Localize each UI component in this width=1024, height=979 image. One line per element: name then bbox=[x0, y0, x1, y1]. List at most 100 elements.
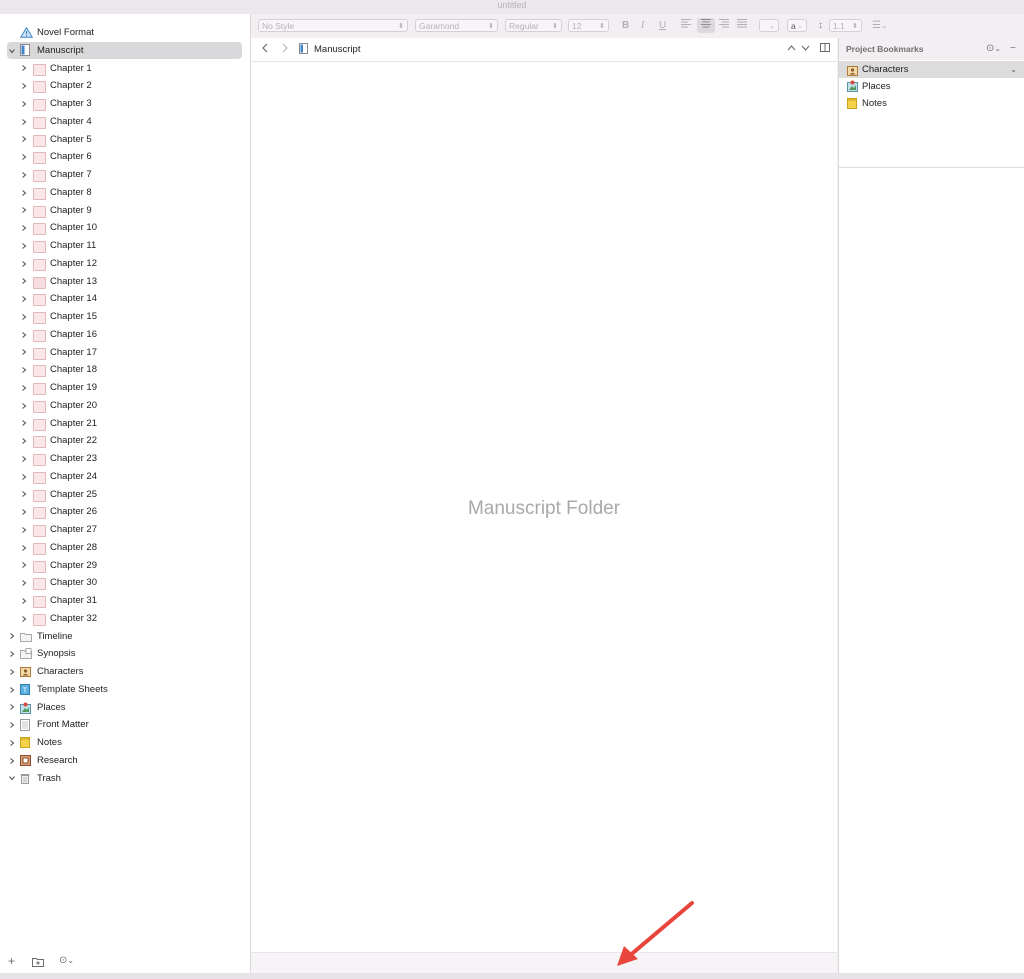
binder-item-chapter[interactable]: Chapter 13 bbox=[0, 273, 250, 291]
binder-item-chapter[interactable]: Chapter 8 bbox=[0, 184, 250, 202]
add-icon[interactable]: + bbox=[8, 954, 15, 968]
italic-button[interactable]: I bbox=[641, 18, 644, 33]
chevron-right-icon[interactable] bbox=[20, 592, 28, 610]
binder-item-chapter[interactable]: Chapter 22 bbox=[0, 432, 250, 450]
chevron-right-icon[interactable] bbox=[20, 503, 28, 521]
binder-item-template-sheets[interactable]: T Template Sheets bbox=[0, 681, 250, 699]
chevron-right-icon[interactable] bbox=[8, 699, 16, 717]
binder-item-chapter[interactable]: Chapter 30 bbox=[0, 574, 250, 592]
chevron-right-icon[interactable] bbox=[20, 60, 28, 78]
chevron-right-icon[interactable] bbox=[20, 131, 28, 149]
chevron-right-icon[interactable] bbox=[20, 166, 28, 184]
binder-item-chapter[interactable]: Chapter 11 bbox=[0, 237, 250, 255]
binder-item-chapter[interactable]: Chapter 17 bbox=[0, 344, 250, 362]
align-center-button[interactable] bbox=[697, 18, 715, 33]
binder-item-chapter[interactable]: Chapter 5 bbox=[0, 131, 250, 149]
binder-item-trash[interactable]: Trash bbox=[0, 770, 250, 788]
binder-item-characters[interactable]: Characters bbox=[0, 663, 250, 681]
chevron-right-icon[interactable] bbox=[8, 716, 16, 734]
underline-button[interactable]: U bbox=[659, 18, 666, 33]
chevron-down-icon[interactable] bbox=[8, 42, 16, 60]
next-document-button[interactable] bbox=[801, 43, 810, 55]
chevron-right-icon[interactable] bbox=[8, 734, 16, 752]
binder-item-chapter[interactable]: Chapter 9 bbox=[0, 202, 250, 220]
align-left-button[interactable] bbox=[680, 18, 692, 33]
binder-item-chapter[interactable]: Chapter 29 bbox=[0, 557, 250, 575]
chevron-right-icon[interactable] bbox=[20, 273, 28, 291]
back-button[interactable] bbox=[261, 43, 269, 56]
chevron-right-icon[interactable] bbox=[20, 574, 28, 592]
bookmarks-menu-button[interactable]: ⊙⌄ bbox=[986, 43, 1001, 54]
chevron-right-icon[interactable] bbox=[20, 237, 28, 255]
chevron-down-icon[interactable] bbox=[8, 770, 16, 788]
binder-item-chapter[interactable]: Chapter 21 bbox=[0, 415, 250, 433]
line-spacing-select[interactable]: 1.1 ⬍ bbox=[829, 19, 862, 32]
chevron-right-icon[interactable] bbox=[20, 432, 28, 450]
binder-item-chapter[interactable]: Chapter 2 bbox=[0, 77, 250, 95]
binder-item-chapter[interactable]: Chapter 28 bbox=[0, 539, 250, 557]
size-select[interactable]: 12 ⬍ bbox=[568, 19, 609, 32]
binder-item-chapter[interactable]: Chapter 7 bbox=[0, 166, 250, 184]
align-justify-button[interactable] bbox=[736, 18, 748, 33]
split-view-button[interactable] bbox=[820, 43, 830, 55]
binder-item-chapter[interactable]: Chapter 25 bbox=[0, 486, 250, 504]
chevron-right-icon[interactable] bbox=[8, 663, 16, 681]
chevron-right-icon[interactable] bbox=[20, 361, 28, 379]
binder-item-timeline[interactable]: Timeline bbox=[0, 628, 250, 646]
binder-item-chapter[interactable]: Chapter 15 bbox=[0, 308, 250, 326]
binder-item-manuscript[interactable]: Manuscript bbox=[0, 41, 250, 60]
highlight-color-select[interactable]: ⌄ bbox=[759, 19, 779, 32]
align-right-button[interactable] bbox=[718, 18, 730, 33]
chevron-right-icon[interactable] bbox=[20, 148, 28, 166]
chevron-right-icon[interactable] bbox=[20, 290, 28, 308]
chevron-right-icon[interactable] bbox=[20, 308, 28, 326]
forward-button[interactable] bbox=[281, 43, 289, 56]
binder-item-chapter[interactable]: Chapter 23 bbox=[0, 450, 250, 468]
chevron-right-icon[interactable] bbox=[8, 645, 16, 663]
binder-item-chapter[interactable]: Chapter 32 bbox=[0, 610, 250, 628]
binder-item-chapter[interactable]: Chapter 24 bbox=[0, 468, 250, 486]
list-menu-button[interactable]: ☰⌄ bbox=[872, 18, 888, 33]
chevron-right-icon[interactable] bbox=[20, 326, 28, 344]
text-color-select[interactable]: a ⌄ bbox=[787, 19, 807, 32]
bold-button[interactable]: B bbox=[622, 18, 629, 33]
binder-item-novel-format[interactable]: Novel Format bbox=[0, 24, 250, 42]
chevron-right-icon[interactable] bbox=[8, 628, 16, 646]
chevron-right-icon[interactable] bbox=[20, 184, 28, 202]
chevron-right-icon[interactable] bbox=[20, 415, 28, 433]
chevron-right-icon[interactable] bbox=[20, 95, 28, 113]
bookmark-item-places[interactable]: Places bbox=[839, 78, 1024, 95]
binder-item-chapter[interactable]: Chapter 6 bbox=[0, 148, 250, 166]
binder-item-chapter[interactable]: Chapter 19 bbox=[0, 379, 250, 397]
chevron-right-icon[interactable] bbox=[20, 379, 28, 397]
chevron-down-icon[interactable]: ⌄ bbox=[1010, 61, 1017, 78]
chevron-right-icon[interactable] bbox=[20, 521, 28, 539]
bookmark-item-notes[interactable]: Notes bbox=[839, 95, 1024, 112]
chevron-right-icon[interactable] bbox=[20, 202, 28, 220]
chevron-right-icon[interactable] bbox=[20, 344, 28, 362]
more-actions-button[interactable]: ⊙⌄ bbox=[59, 955, 74, 966]
chevron-right-icon[interactable] bbox=[20, 397, 28, 415]
binder-item-chapter[interactable]: Chapter 4 bbox=[0, 113, 250, 131]
remove-bookmark-button[interactable]: − bbox=[1010, 43, 1016, 54]
binder-item-research[interactable]: Research bbox=[0, 752, 250, 770]
binder-item-chapter[interactable]: Chapter 20 bbox=[0, 397, 250, 415]
binder-item-chapter[interactable]: Chapter 27 bbox=[0, 521, 250, 539]
binder-item-chapter[interactable]: Chapter 10 bbox=[0, 219, 250, 237]
chevron-right-icon[interactable] bbox=[20, 450, 28, 468]
chevron-right-icon[interactable] bbox=[20, 468, 28, 486]
bookmark-item-characters[interactable]: Characters ⌄ bbox=[839, 61, 1024, 78]
weight-select[interactable]: Regular ⬍ bbox=[505, 19, 562, 32]
font-select[interactable]: Garamond ⬍ bbox=[415, 19, 498, 32]
style-select[interactable]: No Style ⬍ bbox=[258, 19, 408, 32]
chevron-right-icon[interactable] bbox=[20, 557, 28, 575]
chevron-right-icon[interactable] bbox=[20, 219, 28, 237]
binder-item-front-matter[interactable]: Front Matter bbox=[0, 716, 250, 734]
binder-item-chapter[interactable]: Chapter 14 bbox=[0, 290, 250, 308]
chevron-right-icon[interactable] bbox=[20, 486, 28, 504]
binder-item-chapter[interactable]: Chapter 18 bbox=[0, 361, 250, 379]
chevron-right-icon[interactable] bbox=[20, 255, 28, 273]
chevron-right-icon[interactable] bbox=[8, 752, 16, 770]
binder-item-places[interactable]: Places bbox=[0, 699, 250, 717]
chevron-right-icon[interactable] bbox=[20, 77, 28, 95]
